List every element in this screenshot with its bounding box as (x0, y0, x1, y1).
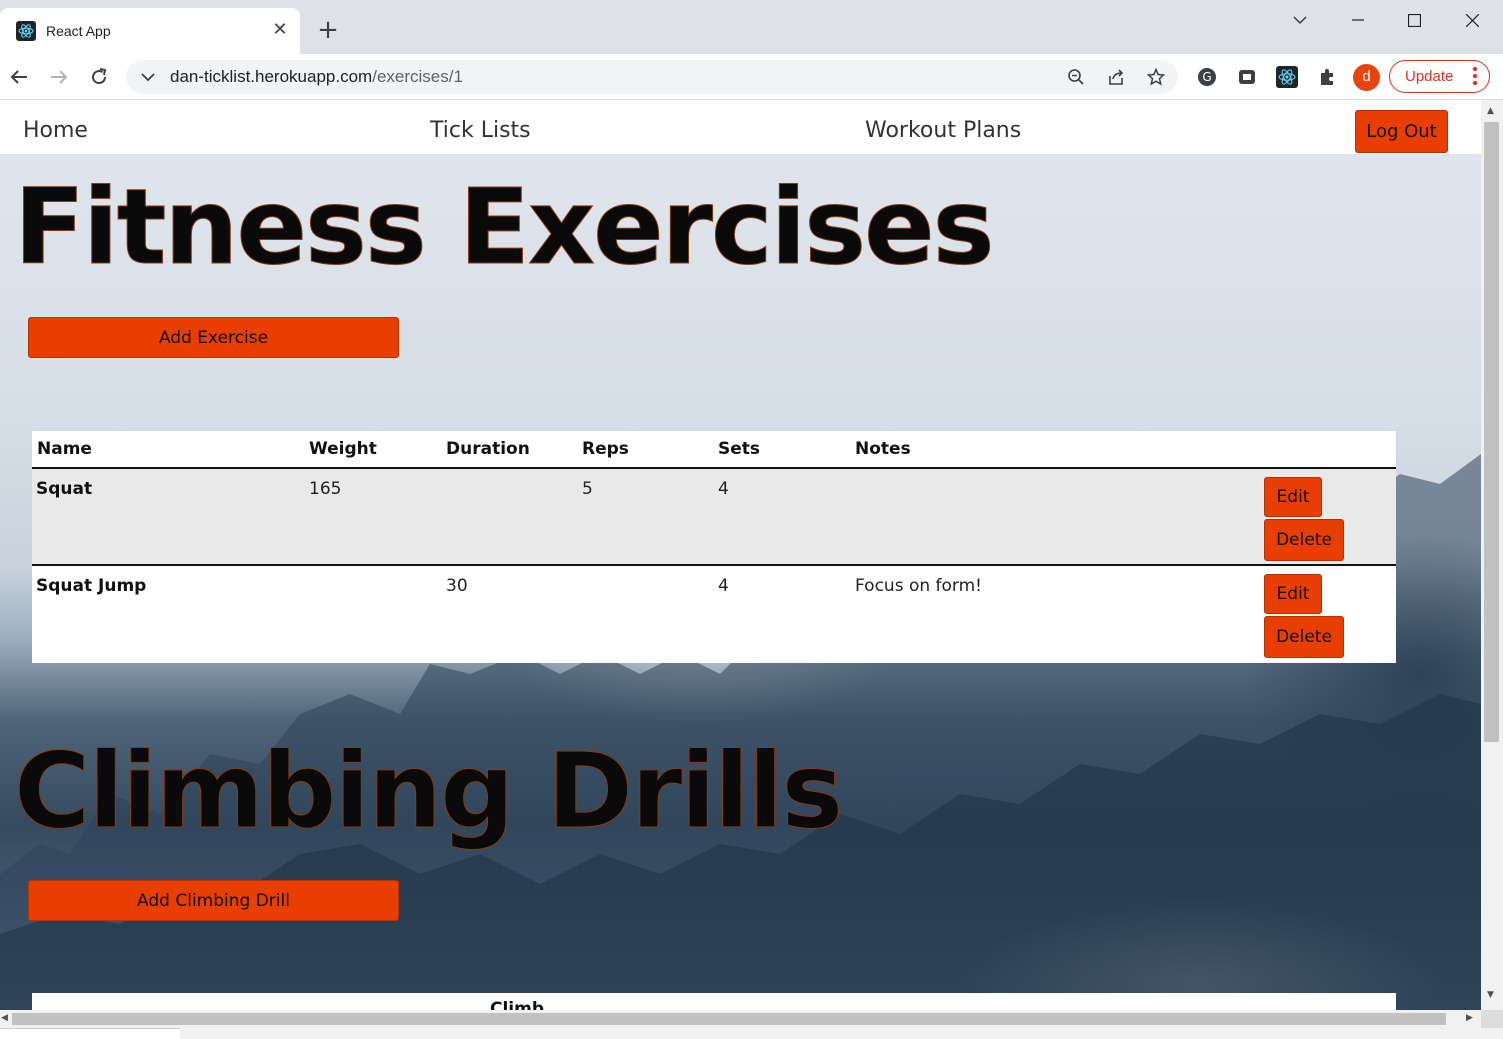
logout-button[interactable]: Log Out (1355, 110, 1448, 153)
col-sets-header: Sets (718, 439, 761, 459)
col-name-header: Name (37, 439, 92, 459)
scroll-right-arrow-icon[interactable]: ▶ (1466, 1013, 1473, 1023)
maximize-icon[interactable] (1394, 6, 1434, 34)
col-notes-header: Notes (855, 439, 911, 459)
cell-weight: 165 (309, 479, 342, 499)
col-climb-header: Climb (490, 999, 545, 1010)
back-arrow-icon[interactable] (5, 63, 33, 91)
add-exercise-button[interactable]: Add Exercise (28, 317, 399, 358)
delete-button[interactable]: Delete (1264, 519, 1344, 561)
menu-dots-icon[interactable] (1473, 67, 1477, 88)
exercises-table: Name Weight Duration Reps Sets Notes Squ… (32, 431, 1396, 663)
nav-home-link[interactable]: Home (23, 118, 88, 143)
url-text[interactable]: dan-ticklist.herokuapp.com/exercises/1 (170, 67, 463, 87)
profile-avatar[interactable]: d (1353, 64, 1380, 91)
table-row: Squat Jump 30 4 Focus on form! Edit Dele… (32, 566, 1396, 663)
scroll-down-arrow-icon[interactable]: ▼ (1487, 990, 1494, 1000)
extensions-puzzle-icon[interactable] (1315, 65, 1339, 89)
table-row: Squat 165 5 4 Edit Delete (32, 469, 1396, 566)
delete-button[interactable]: Delete (1264, 616, 1344, 658)
tab-title: React App (46, 23, 111, 39)
browser-tab[interactable]: React App ✕ (0, 8, 300, 54)
react-devtools-icon[interactable] (1275, 65, 1299, 89)
nav-workout-plans-link[interactable]: Workout Plans (865, 118, 1021, 143)
browser-toolbar: dan-ticklist.herokuapp.com/exercises/1 G… (0, 54, 1503, 100)
vertical-scroll-thumb[interactable] (1484, 122, 1499, 742)
col-reps-header: Reps (582, 439, 629, 459)
page-viewport: Home Tick Lists Workout Plans Log Out Fi… (0, 100, 1481, 1010)
table-header: Name Weight Duration Reps Sets Notes (32, 431, 1396, 469)
cell-name: Squat Jump (36, 576, 147, 596)
scroll-up-arrow-icon[interactable]: ▲ (1487, 106, 1494, 116)
edit-button[interactable]: Edit (1264, 477, 1322, 517)
update-button[interactable]: Update (1389, 60, 1490, 93)
share-icon[interactable] (1106, 67, 1126, 87)
reload-icon[interactable] (85, 63, 113, 91)
new-tab-button[interactable]: + (316, 17, 340, 43)
url-path: /exercises/1 (372, 67, 463, 86)
cell-duration: 30 (446, 576, 468, 596)
update-label: Update (1405, 68, 1454, 85)
col-duration-header: Duration (446, 439, 530, 459)
cell-reps: 5 (582, 479, 593, 499)
react-favicon-icon (16, 21, 36, 41)
cell-sets: 4 (718, 576, 729, 596)
tab-close-icon[interactable]: ✕ (270, 20, 290, 40)
horizontal-scrollbar[interactable]: ◀ ▶ (0, 1010, 1481, 1028)
status-bubble (0, 1028, 180, 1039)
top-nav: Home Tick Lists Workout Plans Log Out (0, 100, 1481, 154)
cell-sets: 4 (718, 479, 729, 499)
scroll-left-arrow-icon[interactable]: ◀ (1, 1013, 8, 1023)
edit-button[interactable]: Edit (1264, 574, 1322, 614)
bookmark-star-icon[interactable] (1146, 67, 1166, 87)
address-bar[interactable]: dan-ticklist.herokuapp.com/exercises/1 (126, 60, 1178, 94)
url-host: dan-ticklist.herokuapp.com (170, 67, 373, 86)
fitness-heading: Fitness Exercises (14, 166, 996, 289)
col-weight-header: Weight (309, 439, 377, 459)
clipper-extension-icon[interactable] (1235, 65, 1259, 89)
cell-name: Squat (36, 479, 93, 499)
tab-strip: React App ✕ + (0, 0, 1503, 54)
nav-tick-lists-link[interactable]: Tick Lists (430, 118, 531, 143)
forward-arrow-icon[interactable] (45, 63, 73, 91)
climbing-table: Climb (32, 993, 1396, 1010)
add-climbing-drill-button[interactable]: Add Climbing Drill (28, 880, 399, 921)
grammar-extension-icon[interactable]: G (1195, 65, 1219, 89)
zoom-icon[interactable] (1066, 67, 1086, 87)
climbing-heading: Climbing Drills (13, 730, 843, 853)
minimize-icon[interactable] (1338, 6, 1378, 34)
horizontal-scroll-thumb[interactable] (12, 1013, 1446, 1025)
tab-search-icon[interactable] (1280, 6, 1320, 34)
vertical-scrollbar[interactable]: ▲ ▼ (1481, 100, 1503, 1010)
cell-notes: Focus on form! (855, 576, 982, 596)
window-close-icon[interactable] (1452, 6, 1492, 34)
svg-text:G: G (1202, 70, 1211, 84)
scrollbar-corner (1481, 1010, 1503, 1028)
site-info-icon[interactable] (138, 67, 158, 87)
status-bar (0, 1028, 1503, 1039)
